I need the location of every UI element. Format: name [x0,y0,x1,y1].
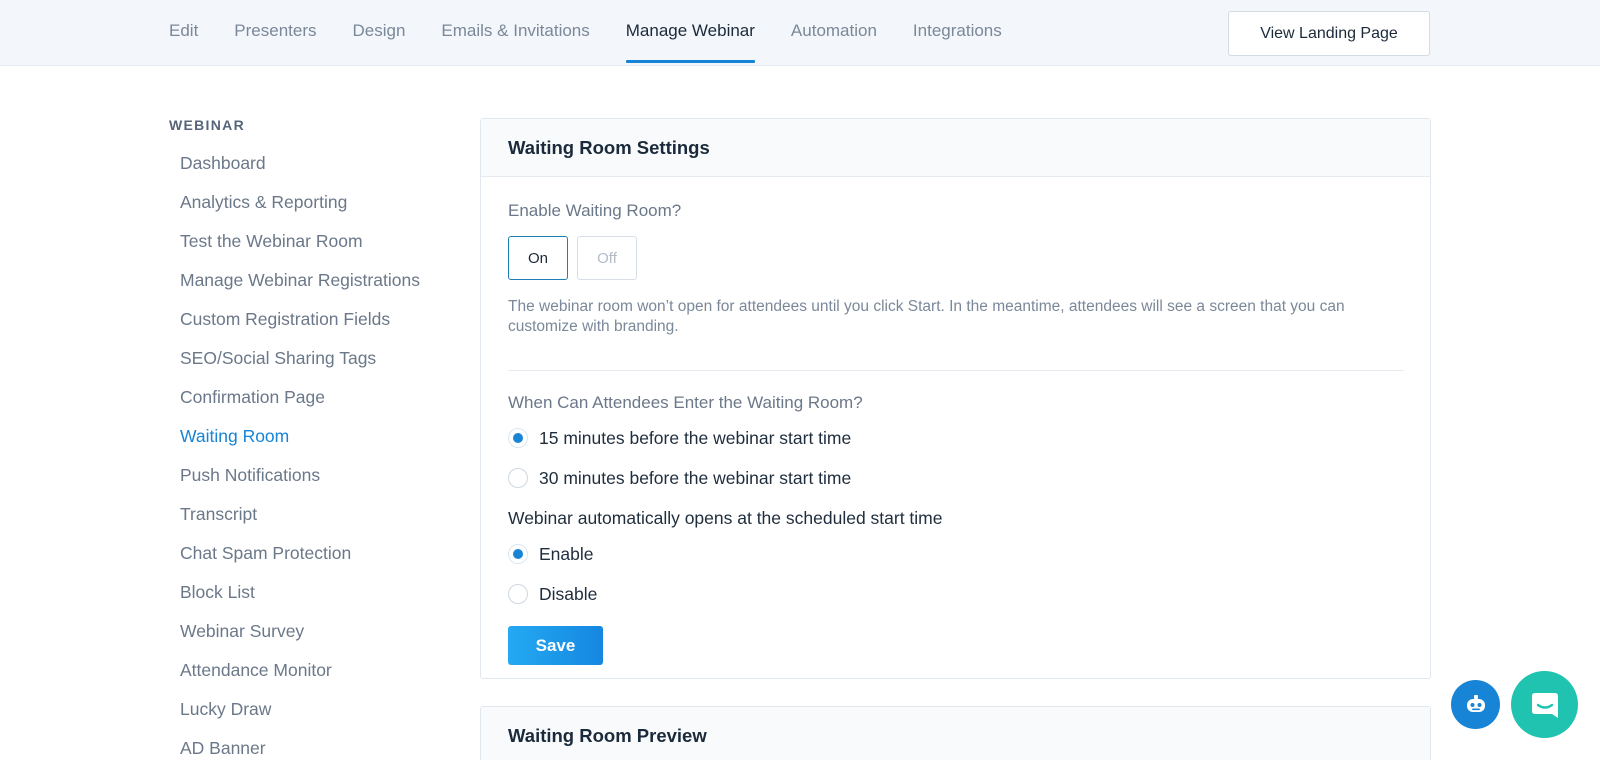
radio-label: 30 minutes before the webinar start time [539,467,852,488]
sidebar-item-lucky-draw[interactable]: Lucky Draw [169,699,449,738]
radio-option-15-minutes[interactable]: 15 minutes before the webinar start time [508,418,1403,458]
sidebar-item-dashboard[interactable]: Dashboard [169,153,449,192]
toggle-on-button[interactable]: On [508,236,568,280]
radio-30-minutes[interactable] [508,468,528,488]
tab-emails-invitations[interactable]: Emails & Invitations [441,0,589,66]
radio-disable[interactable] [508,584,528,604]
sidebar-item-manage-registrations[interactable]: Manage Webinar Registrations [169,270,449,309]
sidebar-item-transcript[interactable]: Transcript [169,504,449,543]
sidebar-item-custom-registration-fields[interactable]: Custom Registration Fields [169,309,449,348]
chat-bubble-icon [1531,692,1558,718]
sidebar-heading: WEBINAR [169,117,245,133]
save-button[interactable]: Save [508,626,603,665]
radio-option-enable[interactable]: Enable [508,534,1403,574]
tab-integrations[interactable]: Integrations [913,0,1002,66]
sidebar-item-analytics-reporting[interactable]: Analytics & Reporting [169,192,449,231]
sidebar-item-attendance-monitor[interactable]: Attendance Monitor [169,660,449,699]
robot-icon [1466,694,1485,712]
radio-option-30-minutes[interactable]: 30 minutes before the webinar start time [508,458,1403,498]
tab-presenters[interactable]: Presenters [234,0,316,66]
enable-toggle-group: On Off [508,236,1403,280]
when-enter-label: When Can Attendees Enter the Waiting Roo… [508,393,863,412]
assistant-bot-button[interactable] [1451,680,1500,729]
sidebar-item-seo-social-tags[interactable]: SEO/Social Sharing Tags [169,348,449,387]
auto-open-label: Webinar automatically opens at the sched… [508,508,943,528]
radio-option-disable[interactable]: Disable [508,574,1403,614]
radio-15-minutes[interactable] [508,428,528,448]
sidebar-item-chat-spam-protection[interactable]: Chat Spam Protection [169,543,449,582]
settings-card-body: Enable Waiting Room? On Off The webinar … [481,177,1430,665]
sidebar-item-webinar-survey[interactable]: Webinar Survey [169,621,449,660]
section-divider [508,370,1404,371]
tab-design[interactable]: Design [353,0,406,66]
tab-edit[interactable]: Edit [169,0,198,66]
preview-card-title: Waiting Room Preview [481,707,1430,760]
waiting-room-settings-card: Waiting Room Settings Enable Waiting Roo… [480,118,1431,679]
radio-label: 15 minutes before the webinar start time [539,427,852,448]
sidebar-item-ad-banner[interactable]: AD Banner [169,738,449,760]
toggle-off-button[interactable]: Off [577,236,637,280]
waiting-room-preview-card: Waiting Room Preview [480,706,1431,760]
settings-card-title: Waiting Room Settings [481,119,1430,177]
nav-tabs: Edit Presenters Design Emails & Invitati… [169,0,1038,66]
tab-manage-webinar[interactable]: Manage Webinar [625,0,756,66]
sidebar-item-confirmation-page[interactable]: Confirmation Page [169,387,449,426]
sidebar-item-test-webinar-room[interactable]: Test the Webinar Room [169,231,449,270]
sidebar-item-waiting-room[interactable]: Waiting Room [169,426,449,465]
enable-waiting-room-label: Enable Waiting Room? [508,201,682,220]
view-landing-page-button[interactable]: View Landing Page [1228,11,1430,56]
radio-label: Disable [539,583,598,604]
chat-support-button[interactable] [1511,671,1578,738]
sidebar: WEBINAR Dashboard Analytics & Reporting … [169,117,449,760]
radio-label: Enable [539,543,594,564]
sidebar-item-push-notifications[interactable]: Push Notifications [169,465,449,504]
sidebar-item-block-list[interactable]: Block List [169,582,449,621]
radio-enable[interactable] [508,544,528,564]
tab-automation[interactable]: Automation [791,0,877,66]
top-nav: Edit Presenters Design Emails & Invitati… [0,0,1600,66]
waiting-room-description: The webinar room won’t open for attendee… [508,298,1345,335]
